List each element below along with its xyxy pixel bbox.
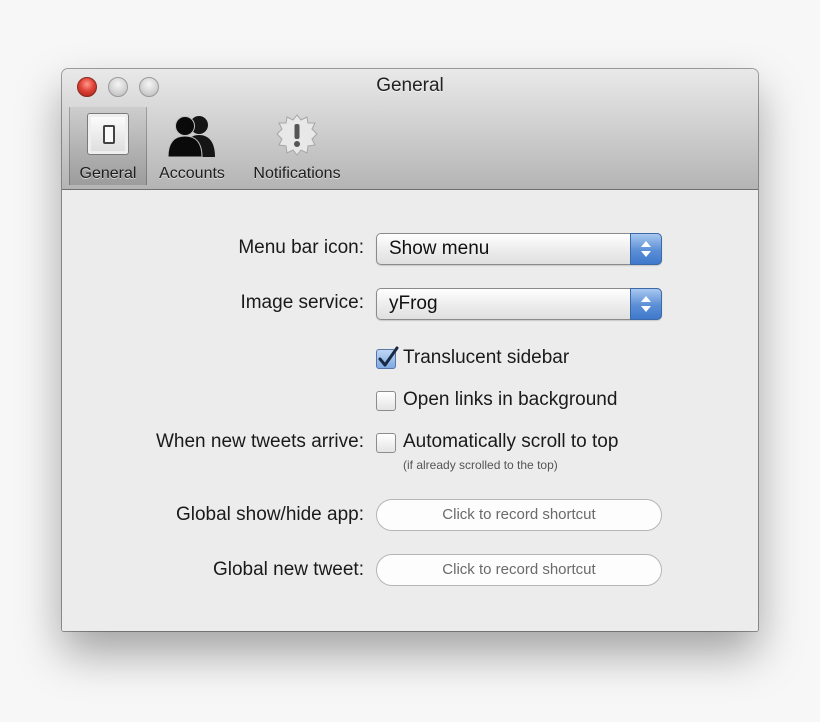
toolbar-tab-general[interactable]: General [69, 107, 147, 185]
image-service-label: Image service: [240, 292, 364, 313]
menu-bar-icon-value: Show menu [389, 238, 490, 259]
menu-bar-icon-select[interactable]: Show menu [376, 233, 662, 265]
alert-icon [275, 113, 319, 162]
image-service-select[interactable]: yFrog [376, 288, 662, 320]
new-tweets-label: When new tweets arrive: [155, 431, 364, 452]
auto-scroll-hint: (if already scrolled to the top) [403, 458, 558, 472]
preferences-window: General General Accounts Notifications M… [62, 69, 758, 631]
tab-label: Notifications [253, 165, 341, 182]
open-links-checkbox[interactable] [376, 391, 396, 411]
switch-icon [87, 113, 129, 155]
tab-label: General [79, 165, 137, 182]
global-new-tweet-label: Global new tweet: [212, 559, 364, 580]
people-icon [164, 113, 220, 162]
auto-scroll-checkbox[interactable] [376, 433, 396, 453]
updown-arrows-icon [630, 233, 662, 265]
toolbar-tab-notifications[interactable]: Notifications [242, 107, 352, 185]
tab-label: Accounts [159, 165, 225, 182]
translucent-sidebar-checkbox[interactable] [376, 346, 399, 369]
checkmark-icon [378, 346, 399, 367]
open-links-label: Open links in background [403, 389, 618, 410]
menu-bar-icon-label: Menu bar icon: [238, 237, 364, 258]
auto-scroll-label: Automatically scroll to top [403, 431, 619, 452]
window-title: General [376, 75, 444, 96]
global-new-tweet-shortcut-field[interactable]: Click to record shortcut [376, 554, 662, 586]
global-show-hide-label: Global show/hide app: [175, 504, 364, 525]
title-bar: General General Accounts Notifications [62, 69, 758, 190]
general-pane: Menu bar icon: Show menu Image service: … [62, 190, 758, 631]
updown-arrows-icon [630, 288, 662, 320]
toolbar-tab-accounts[interactable]: Accounts [150, 107, 234, 185]
global-show-hide-shortcut-field[interactable]: Click to record shortcut [376, 499, 662, 531]
translucent-sidebar-label: Translucent sidebar [403, 347, 570, 368]
image-service-value: yFrog [389, 293, 438, 314]
